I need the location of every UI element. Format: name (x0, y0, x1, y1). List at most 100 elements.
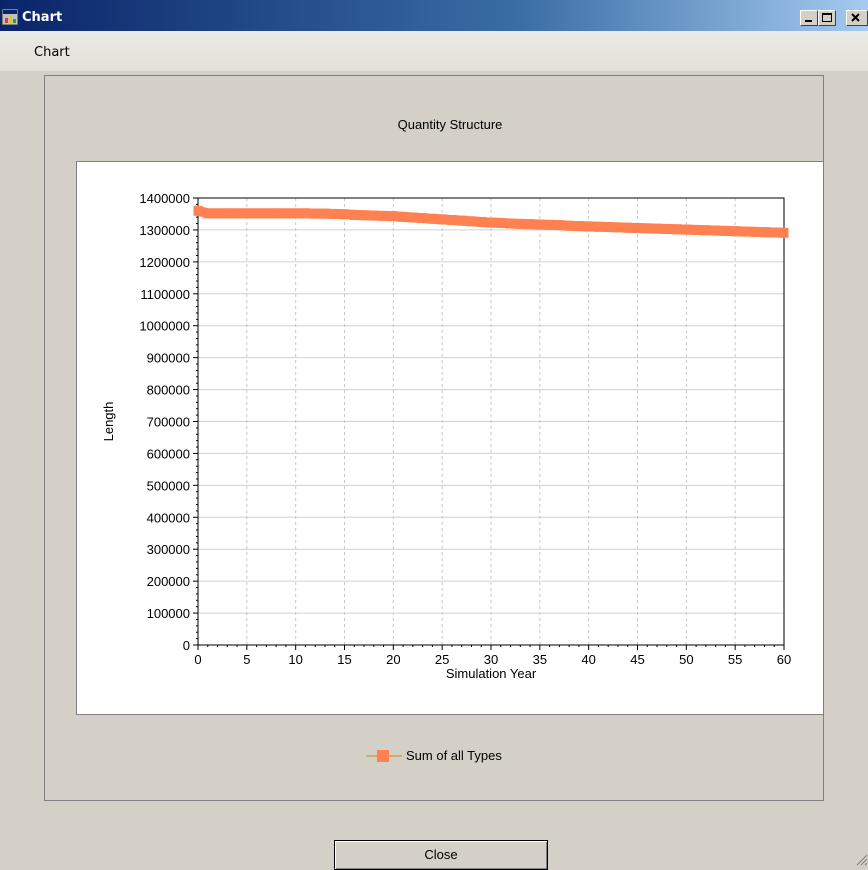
data-point (291, 208, 301, 219)
data-point (476, 216, 486, 227)
data-point (515, 218, 525, 229)
data-point (525, 219, 535, 230)
y-tick-label: 400000 (147, 510, 190, 525)
y-tick-label: 900000 (147, 351, 190, 366)
data-point (340, 209, 349, 220)
data-point (213, 208, 223, 219)
data-point (359, 210, 369, 221)
menu-item-chart[interactable]: Chart (34, 45, 70, 60)
legend-label: Sum of all Types (406, 748, 502, 763)
data-point (574, 221, 584, 232)
data-point (466, 216, 476, 227)
data-point (349, 209, 359, 220)
data-point (232, 208, 242, 219)
y-tick-label: 800000 (147, 383, 190, 398)
data-point (486, 217, 496, 228)
x-tick-label: 20 (386, 652, 400, 667)
y-tick-label: 1000000 (139, 319, 190, 334)
data-point (398, 211, 408, 222)
y-tick-label: 700000 (147, 415, 190, 430)
data-point (623, 222, 633, 233)
y-tick-label: 500000 (147, 478, 190, 493)
window-title: Chart (22, 10, 63, 25)
x-tick-label: 35 (533, 652, 547, 667)
data-point (281, 208, 291, 219)
data-point (584, 221, 594, 232)
x-tick-label: 25 (435, 652, 449, 667)
x-tick-label: 60 (777, 652, 791, 667)
menu-bar (0, 31, 868, 71)
data-point (633, 223, 642, 234)
data-point (652, 223, 662, 234)
x-tick-label: 0 (194, 652, 201, 667)
data-point (379, 210, 389, 221)
y-tick-label: 1200000 (139, 255, 190, 270)
close-icon (851, 13, 860, 22)
data-point (320, 208, 330, 219)
data-point (437, 214, 447, 225)
data-point (506, 218, 516, 229)
data-point (193, 205, 203, 216)
x-tick-label: 40 (581, 652, 595, 667)
data-point (496, 217, 506, 228)
minimize-icon (805, 20, 812, 22)
data-point (759, 227, 769, 238)
data-point (593, 221, 603, 232)
data-point (271, 208, 281, 219)
chart-title: Quantity Structure (397, 117, 503, 132)
data-point (672, 224, 682, 235)
data-point (779, 227, 789, 238)
data-point (681, 224, 691, 235)
resize-grip-icon[interactable] (854, 852, 868, 866)
maximize-button[interactable] (818, 10, 836, 26)
chart-area: 0 100000 200000 300000 400000 500000 600000 700… (76, 161, 824, 715)
minimize-button[interactable] (800, 10, 818, 26)
y-tick-label: 300000 (147, 542, 190, 557)
y-tick-label: 100000 (147, 606, 190, 621)
x-tick-label: 5 (243, 652, 250, 667)
data-point (769, 227, 779, 238)
chart-app-icon (2, 9, 18, 25)
data-point (740, 226, 750, 237)
x-tick-label: 15 (337, 652, 351, 667)
data-point (613, 222, 623, 233)
y-tick-label: 200000 (147, 574, 190, 589)
close-window-button[interactable] (846, 10, 868, 26)
data-point (242, 208, 252, 219)
legend-marker-icon (366, 750, 402, 762)
y-tick-label: 1100000 (140, 287, 190, 302)
data-point (427, 213, 437, 224)
line-chart: 0 100000 200000 300000 400000 500000 600000 700… (101, 191, 791, 681)
data-point (545, 219, 555, 230)
data-point (408, 212, 418, 223)
y-axis-label: Length (101, 402, 116, 442)
data-point (388, 211, 398, 222)
x-tick-label: 55 (728, 652, 742, 667)
data-point (642, 223, 652, 234)
data-point (603, 222, 613, 233)
data-point (261, 208, 271, 219)
y-tick-label: 600000 (147, 446, 190, 461)
data-point (310, 208, 320, 219)
x-tick-label: 10 (288, 652, 302, 667)
data-point (564, 220, 574, 231)
data-point (418, 213, 428, 224)
data-point (554, 220, 564, 231)
data-point (330, 208, 340, 219)
data-point (447, 215, 457, 226)
data-point (750, 226, 760, 237)
x-tick-label: 45 (630, 652, 644, 667)
data-point (457, 215, 467, 226)
x-axis-label: Simulation Year (446, 666, 537, 681)
data-point (222, 208, 232, 219)
data-point (300, 208, 310, 219)
data-point (662, 223, 672, 234)
data-point (691, 224, 701, 235)
data-point (252, 208, 262, 219)
data-point (369, 210, 379, 221)
data-point (535, 219, 545, 230)
y-tick-label: 1300000 (139, 223, 190, 238)
data-point (720, 225, 730, 236)
maximize-icon (822, 13, 832, 22)
data-point (701, 225, 711, 236)
